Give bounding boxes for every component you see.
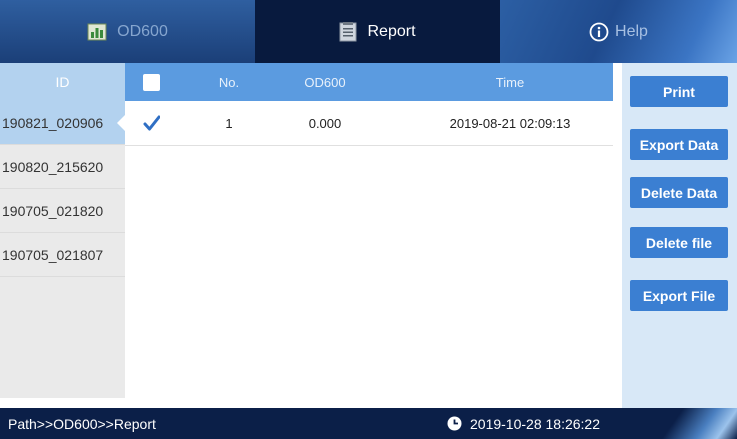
report-icon [339, 21, 357, 42]
id-list-item[interactable]: 190705_021820 [0, 189, 125, 233]
export-file-button[interactable]: Export File [630, 280, 728, 311]
clock: 2019-10-28 18:26:22 [447, 408, 600, 439]
cell-od600: 0.000 [308, 115, 342, 131]
table-header: No. OD600 Time [125, 63, 613, 101]
action-panel: Print Export Data Delete Data Delete fil… [622, 63, 737, 408]
delete-file-button[interactable]: Delete file [630, 227, 728, 258]
tab-od600-label: OD600 [117, 22, 168, 40]
select-all-checkbox[interactable] [143, 74, 160, 91]
breadcrumb: Path>>OD600>>Report [8, 415, 156, 432]
column-header-time: Time [495, 74, 525, 90]
status-bar: Path>>OD600>>Report 2019-10-28 18:26:22 [0, 408, 737, 439]
check-icon [143, 115, 161, 131]
row-checkbox[interactable] [143, 115, 161, 132]
tab-od600[interactable]: OD600 [0, 0, 255, 63]
delete-data-button[interactable]: Delete Data [630, 177, 728, 208]
clock-icon [447, 416, 462, 431]
print-button[interactable]: Print [630, 76, 728, 107]
top-tab-bar: OD600 Report Help [0, 0, 737, 63]
column-header-od600: OD600 [304, 74, 346, 90]
info-icon [589, 22, 609, 42]
cell-no: 1 [225, 115, 233, 131]
status-decoration [622, 408, 737, 439]
id-list-item[interactable]: 190705_021807 [0, 233, 125, 277]
tab-help[interactable]: Help [500, 0, 737, 63]
id-list-item[interactable]: 190821_020906 [0, 101, 126, 145]
table-row[interactable]: 1 0.000 2019-08-21 02:09:13 [125, 101, 613, 146]
export-data-button[interactable]: Export Data [630, 129, 728, 160]
id-column-header: ID [0, 63, 125, 101]
tab-report-label: Report [367, 22, 416, 40]
tab-help-label: Help [615, 22, 648, 40]
id-file-list: ID 190821_020906 190820_215620 190705_02… [0, 63, 126, 398]
cell-time: 2019-08-21 02:09:13 [449, 115, 571, 131]
chart-icon [87, 22, 107, 42]
tab-report[interactable]: Report [255, 0, 500, 63]
id-list-item[interactable]: 190820_215620 [0, 145, 125, 189]
datetime-text: 2019-10-28 18:26:22 [470, 415, 600, 432]
column-header-no: No. [218, 74, 240, 90]
